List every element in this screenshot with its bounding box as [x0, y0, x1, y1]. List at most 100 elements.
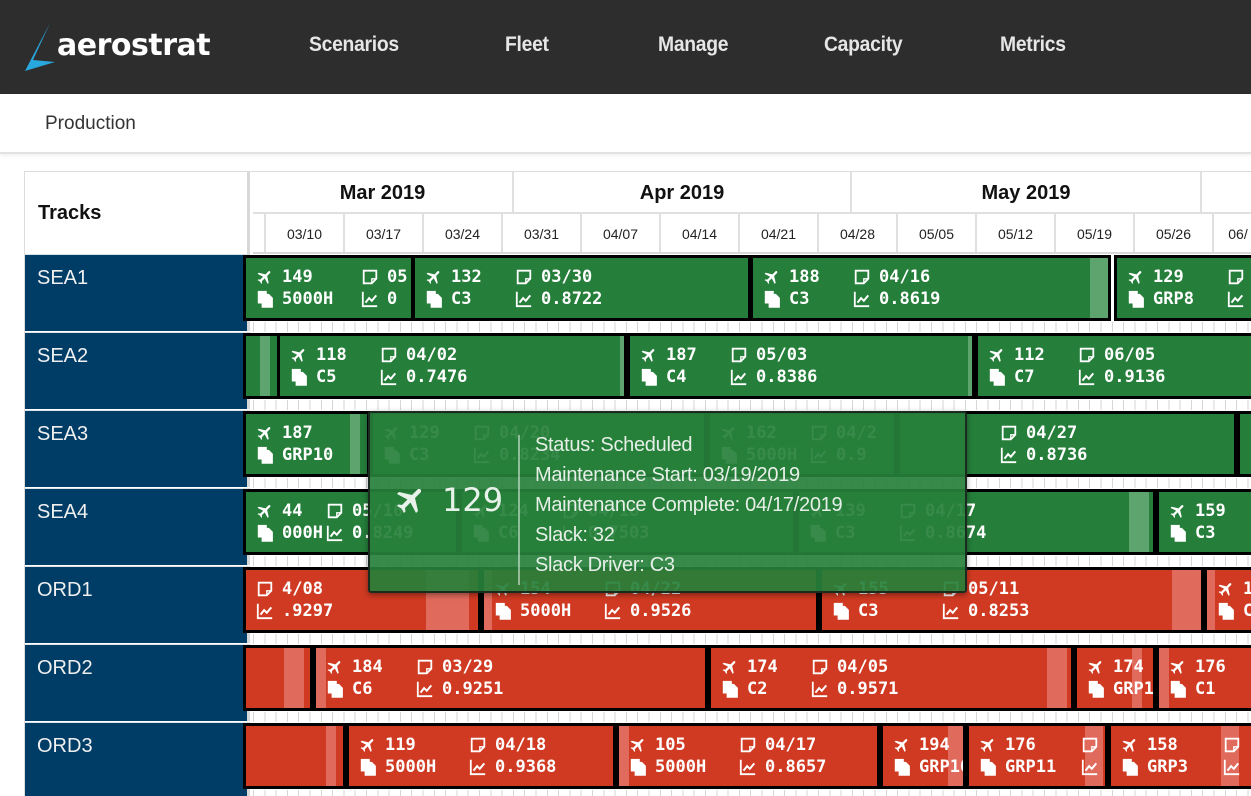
nav-metrics[interactable]: Metrics — [1000, 33, 1066, 57]
note-icon — [516, 269, 532, 285]
plane-icon — [1122, 739, 1136, 752]
tooltip-maintenance-start: Maintenance Start: 03/19/2019 — [535, 464, 800, 486]
slack-indicator — [260, 336, 270, 396]
aircraft-field: 132 — [425, 266, 482, 288]
maintenance-bar[interactable]: 176 C1 — [1156, 645, 1251, 711]
track-row-label[interactable]: ORD3 — [25, 722, 250, 796]
copy-document-icon — [257, 290, 273, 308]
check-type: GRP1 — [1113, 679, 1154, 699]
maintenance-bar[interactable]: 159 C3 — [1156, 489, 1251, 555]
nav-scenarios[interactable]: Scenarios — [309, 33, 399, 57]
copy-document-icon — [291, 368, 307, 386]
trend-chart-icon — [361, 291, 378, 308]
month-header: Apr 2019 — [514, 172, 852, 214]
week-header: 06/ — [1214, 214, 1251, 254]
copy-document-icon — [1122, 758, 1138, 776]
track-row-label[interactable]: SEA2 — [25, 332, 250, 409]
week-header: 03/24 — [424, 214, 503, 254]
maintenance-bar[interactable]: 184 C6 03/29 0.9251 — [313, 645, 708, 711]
note-icon — [417, 659, 433, 675]
track-row-label[interactable]: ORD2 — [25, 644, 250, 721]
maintenance-bar[interactable] — [243, 333, 280, 399]
nav-fleet[interactable]: Fleet — [505, 33, 549, 57]
due-field — [1223, 734, 1249, 756]
due-date: 04/16 — [879, 267, 931, 287]
trend-chart-icon — [1000, 447, 1017, 464]
trend-chart-icon — [256, 603, 273, 620]
nav-manage[interactable]: Manage — [658, 33, 729, 57]
scenario-header: Production — [0, 94, 1251, 154]
trend-chart-icon — [739, 759, 756, 776]
maintenance-bar[interactable]: 158 GRP3 — [1108, 723, 1251, 789]
maintenance-bar[interactable]: 105 5000H 04/17 0.8657 — [616, 723, 880, 789]
due-field: 03/29 — [416, 656, 493, 678]
trend-chart-icon — [853, 291, 870, 308]
maintenance-bar[interactable]: 112 C7 06/05 0.9136 — [975, 333, 1251, 399]
week-header: 03/10 — [266, 214, 345, 254]
tooltip-slack-driver: Slack Driver: C3 — [535, 554, 675, 576]
check-field: C3 — [425, 288, 471, 310]
metric-value: 0.9136 — [1104, 367, 1166, 387]
check-field: 5000H — [359, 756, 436, 778]
maintenance-bar[interactable]: 119 5000H 04/18 0.9368 — [346, 723, 616, 789]
check-field: C3 — [763, 288, 809, 310]
note-icon — [854, 269, 870, 285]
check-field: GRP10 — [893, 756, 963, 778]
aircraft-field: 158 — [1121, 734, 1178, 756]
logo-wing-icon — [25, 23, 55, 71]
aircraft-number: 158 — [1147, 735, 1178, 755]
maintenance-bar[interactable] — [243, 723, 346, 789]
track-row-label[interactable]: SEA4 — [25, 488, 250, 565]
slack-indicator — [350, 414, 360, 474]
tooltip-status: Status: Scheduled — [535, 434, 693, 456]
aircraft-number: 184 — [352, 657, 383, 677]
plane-icon — [257, 271, 271, 284]
due-date: 04/02 — [406, 345, 458, 365]
due-date: 4/08 — [282, 579, 323, 599]
due-field: 05 — [361, 266, 407, 288]
check-field: C1 — [1169, 678, 1215, 700]
aerostrat-logo[interactable]: aerostrat — [24, 22, 214, 72]
nav-capacity[interactable]: Capacity — [824, 33, 903, 57]
check-type: GRP8 — [1153, 289, 1194, 309]
maintenance-bar[interactable]: 132 C3 03/30 0.8722 — [412, 255, 751, 321]
maintenance-bar[interactable]: 118 C5 04/02 0.7476 — [277, 333, 627, 399]
week-header: 05/26 — [1135, 214, 1214, 254]
maintenance-bar[interactable]: 1C — [1204, 567, 1251, 633]
track-row-label[interactable]: SEA3 — [25, 410, 250, 487]
check-type: C5 — [316, 367, 337, 387]
day-grid — [253, 400, 1251, 410]
maintenance-bar[interactable]: 187 C4 05/03 0.8386 — [627, 333, 975, 399]
plane-icon — [989, 349, 1003, 362]
track-row-label[interactable]: SEA1 — [25, 254, 250, 331]
note-icon — [731, 347, 747, 363]
maintenance-bar[interactable]: 194 GRP10 — [880, 723, 966, 789]
month-header: May 2019 — [852, 172, 1202, 214]
maintenance-bar[interactable] — [1237, 411, 1251, 477]
slack-indicator — [1159, 648, 1169, 708]
maintenance-bar[interactable]: 1 — [243, 645, 313, 711]
trend-chart-icon — [1078, 369, 1095, 386]
due-date: 05/03 — [756, 345, 808, 365]
slack-indicator — [284, 648, 304, 708]
week-header — [253, 214, 266, 254]
note-icon — [740, 737, 756, 753]
aircraft-number: 174 — [747, 657, 778, 677]
maintenance-bar[interactable]: 174 GRP1 — [1074, 645, 1156, 711]
due-field: 04/05 — [811, 656, 888, 678]
maintenance-bar[interactable]: 129 GRP8 — [1114, 255, 1251, 321]
scenario-name[interactable]: Production — [45, 113, 136, 135]
maintenance-bar[interactable]: 174 C2 04/05 0.9571 — [708, 645, 1074, 711]
maintenance-bar[interactable]: 149 5000H 05 0 — [243, 255, 414, 321]
plane-icon — [980, 739, 994, 752]
copy-document-icon — [1218, 602, 1234, 620]
aircraft-number: 159 — [1195, 501, 1226, 521]
track-row-label[interactable]: ORD1 — [25, 566, 250, 643]
aircraft-number: 176 — [1195, 657, 1226, 677]
maintenance-bar[interactable]: 176 GRP11 — [966, 723, 1108, 789]
maintenance-bar[interactable]: 188 C3 04/16 0.8619 — [750, 255, 1111, 321]
plane-icon — [327, 661, 341, 674]
aircraft-field: 118 — [290, 344, 347, 366]
maintenance-bar[interactable]: 187 GRP10 — [243, 411, 370, 477]
check-field: C — [1217, 600, 1251, 622]
